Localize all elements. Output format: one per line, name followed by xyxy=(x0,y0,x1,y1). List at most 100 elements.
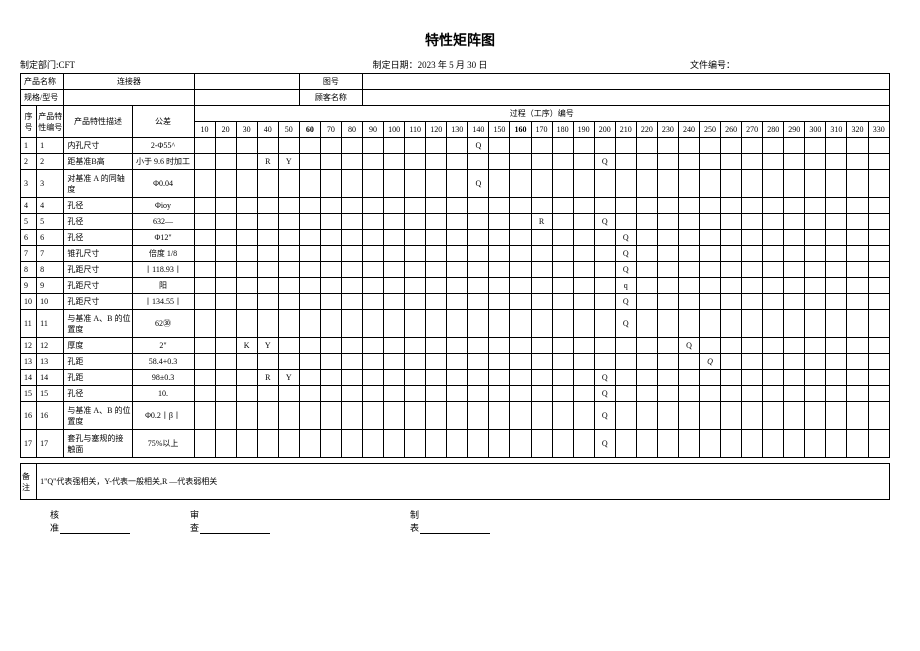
seq-cell: 17 xyxy=(21,430,37,458)
matrix-cell: Q xyxy=(615,230,636,246)
matrix-cell xyxy=(721,262,742,278)
matrix-cell xyxy=(784,386,805,402)
matrix-cell: Q xyxy=(700,354,721,370)
matrix-cell xyxy=(236,262,257,278)
matrix-cell xyxy=(826,230,847,246)
matrix-cell xyxy=(363,370,384,386)
matrix-cell xyxy=(784,262,805,278)
matrix-cell xyxy=(531,294,552,310)
matrix-cell xyxy=(384,198,405,214)
matrix-cell xyxy=(636,198,657,214)
matrix-cell xyxy=(847,214,868,230)
matrix-cell xyxy=(721,230,742,246)
matrix-cell xyxy=(742,402,763,430)
matrix-cell xyxy=(594,278,615,294)
matrix-cell xyxy=(700,310,721,338)
matrix-cell xyxy=(278,246,299,262)
matrix-cell xyxy=(636,154,657,170)
matrix-cell xyxy=(299,430,320,458)
matrix-cell xyxy=(552,154,573,170)
matrix-cell xyxy=(194,338,215,354)
matrix-cell xyxy=(236,170,257,198)
tol-header: 公差 xyxy=(132,106,194,138)
matrix-cell xyxy=(657,198,678,214)
featno-cell: 7 xyxy=(37,246,64,262)
matrix-cell xyxy=(868,278,889,294)
matrix-cell xyxy=(678,294,699,310)
matrix-cell xyxy=(594,138,615,154)
seq-header: 序号 xyxy=(21,106,37,138)
matrix-cell xyxy=(426,278,447,294)
seq-cell: 15 xyxy=(21,386,37,402)
matrix-cell xyxy=(721,138,742,154)
matrix-cell xyxy=(405,310,426,338)
matrix-cell xyxy=(489,370,510,386)
matrix-cell xyxy=(826,370,847,386)
matrix-cell xyxy=(510,198,531,214)
matrix-cell xyxy=(489,262,510,278)
matrix-cell: Y xyxy=(278,370,299,386)
matrix-cell xyxy=(341,278,362,294)
matrix-cell xyxy=(805,214,826,230)
featno-cell: 12 xyxy=(37,338,64,354)
dept-value: CFT xyxy=(59,60,76,70)
matrix-cell xyxy=(384,138,405,154)
matrix-cell xyxy=(510,386,531,402)
matrix-cell xyxy=(489,230,510,246)
matrix-cell xyxy=(573,230,594,246)
matrix-cell xyxy=(194,402,215,430)
featno-header: 产品特性编号 xyxy=(37,106,64,138)
matrix-cell xyxy=(805,354,826,370)
matrix-cell xyxy=(615,338,636,354)
matrix-cell xyxy=(363,338,384,354)
matrix-cell xyxy=(447,370,468,386)
matrix-cell xyxy=(531,430,552,458)
seq-cell: 10 xyxy=(21,294,37,310)
matrix-cell xyxy=(489,354,510,370)
matrix-cell xyxy=(805,170,826,198)
col-header: 290 xyxy=(784,122,805,138)
matrix-cell xyxy=(657,262,678,278)
matrix-cell xyxy=(847,230,868,246)
matrix-cell xyxy=(299,278,320,294)
matrix-cell xyxy=(763,386,784,402)
matrix-cell xyxy=(868,430,889,458)
matrix-cell xyxy=(384,294,405,310)
matrix-cell xyxy=(489,386,510,402)
matrix-cell xyxy=(489,154,510,170)
matrix-cell xyxy=(552,246,573,262)
matrix-cell xyxy=(552,338,573,354)
desc-cell: 孔径 xyxy=(64,386,132,402)
matrix-cell xyxy=(805,370,826,386)
matrix-cell xyxy=(341,354,362,370)
matrix-cell xyxy=(299,230,320,246)
matrix-cell xyxy=(341,170,362,198)
tol-cell: 阳 xyxy=(132,278,194,294)
col-header: 50 xyxy=(278,122,299,138)
matrix-cell xyxy=(320,230,341,246)
matrix-cell xyxy=(510,354,531,370)
matrix-cell xyxy=(805,262,826,278)
matrix-cell xyxy=(847,198,868,214)
matrix-cell xyxy=(805,138,826,154)
matrix-cell xyxy=(426,262,447,278)
matrix-cell xyxy=(573,246,594,262)
matrix-cell xyxy=(678,138,699,154)
matrix-cell xyxy=(573,338,594,354)
matrix-cell xyxy=(236,154,257,170)
matrix-cell xyxy=(573,154,594,170)
matrix-cell xyxy=(636,230,657,246)
matrix-cell xyxy=(489,170,510,198)
featdesc-header: 产品特性描述 xyxy=(64,106,132,138)
matrix-cell xyxy=(341,402,362,430)
matrix-cell xyxy=(405,294,426,310)
matrix-cell xyxy=(742,214,763,230)
matrix-cell xyxy=(447,138,468,154)
matrix-cell xyxy=(341,294,362,310)
matrix-cell: Q xyxy=(594,386,615,402)
matrix-cell xyxy=(678,214,699,230)
matrix-cell xyxy=(194,354,215,370)
matrix-cell xyxy=(363,386,384,402)
matrix-cell xyxy=(257,170,278,198)
matrix-cell xyxy=(742,230,763,246)
